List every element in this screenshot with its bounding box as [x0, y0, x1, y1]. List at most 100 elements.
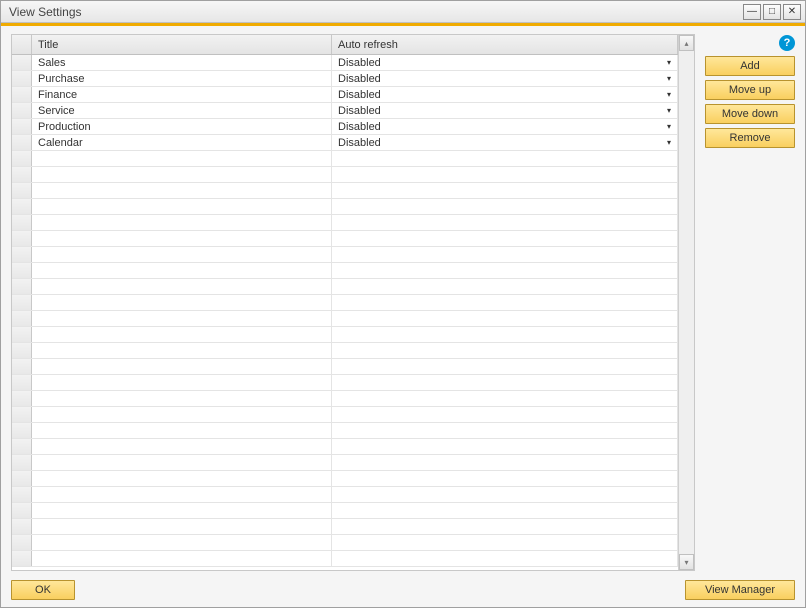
dropdown-icon[interactable]: ▾ [667, 122, 671, 131]
add-button[interactable]: Add [705, 56, 795, 76]
table-row-empty [12, 183, 678, 199]
ok-button[interactable]: OK [11, 580, 75, 600]
row-handle [12, 183, 32, 198]
row-auto-refresh-cell [332, 295, 678, 310]
row-handle[interactable] [12, 71, 32, 86]
view-manager-button[interactable]: View Manager [685, 580, 795, 600]
row-title-cell[interactable]: Production [32, 119, 332, 134]
table-row-empty [12, 423, 678, 439]
row-title-cell[interactable]: Service [32, 103, 332, 118]
header-title[interactable]: Title [32, 35, 332, 54]
row-auto-refresh-cell [332, 327, 678, 342]
help-icon[interactable]: ? [779, 35, 795, 51]
table-row-empty [12, 279, 678, 295]
row-auto-refresh-cell [332, 247, 678, 262]
move-down-button[interactable]: Move down [705, 104, 795, 124]
row-handle[interactable] [12, 103, 32, 118]
maximize-button[interactable]: □ [763, 4, 781, 20]
table-row-empty [12, 391, 678, 407]
close-button[interactable]: ✕ [783, 4, 801, 20]
row-title-cell[interactable]: Finance [32, 87, 332, 102]
table-row-empty [12, 199, 678, 215]
dropdown-icon[interactable]: ▾ [667, 138, 671, 147]
row-auto-refresh-cell [332, 311, 678, 326]
row-handle [12, 151, 32, 166]
row-title-cell [32, 407, 332, 422]
table-body: Title Auto refresh SalesDisabled▾Purchas… [12, 35, 678, 570]
table-row-empty [12, 343, 678, 359]
row-handle [12, 231, 32, 246]
row-auto-refresh-cell[interactable]: Disabled▾ [332, 55, 678, 70]
row-title-cell [32, 551, 332, 566]
close-icon: ✕ [788, 6, 796, 17]
row-auto-refresh-cell [332, 535, 678, 550]
row-title-cell [32, 359, 332, 374]
row-handle [12, 279, 32, 294]
auto-refresh-value: Disabled [338, 137, 381, 149]
row-title-cell [32, 487, 332, 502]
auto-refresh-value: Disabled [338, 105, 381, 117]
bottom-bar: OK View Manager [11, 571, 795, 601]
remove-button[interactable]: Remove [705, 128, 795, 148]
move-up-button[interactable]: Move up [705, 80, 795, 100]
row-auto-refresh-cell [332, 551, 678, 566]
dropdown-icon[interactable]: ▾ [667, 74, 671, 83]
row-handle [12, 375, 32, 390]
row-handle[interactable] [12, 135, 32, 150]
table-row-empty [12, 519, 678, 535]
row-title-cell[interactable]: Purchase [32, 71, 332, 86]
table-row[interactable]: PurchaseDisabled▾ [12, 71, 678, 87]
scroll-down-button[interactable]: ▾ [679, 554, 694, 570]
row-auto-refresh-cell[interactable]: Disabled▾ [332, 87, 678, 102]
row-auto-refresh-cell [332, 503, 678, 518]
row-title-cell [32, 231, 332, 246]
row-title-cell [32, 183, 332, 198]
titlebar: View Settings — □ ✕ [1, 1, 805, 23]
row-auto-refresh-cell[interactable]: Disabled ▾ [332, 103, 678, 118]
table-row[interactable]: FinanceDisabled▾ [12, 87, 678, 103]
row-title-cell [32, 439, 332, 454]
row-auto-refresh-cell[interactable]: Disabled▾ [332, 119, 678, 134]
row-title-cell[interactable]: Sales [32, 55, 332, 70]
table-row[interactable]: SalesDisabled▾ [12, 55, 678, 71]
table-row-empty [12, 359, 678, 375]
table-row-empty [12, 295, 678, 311]
table-row-empty [12, 215, 678, 231]
header-auto-refresh[interactable]: Auto refresh [332, 35, 678, 54]
table-row[interactable]: ProductionDisabled▾ [12, 119, 678, 135]
row-handle [12, 359, 32, 374]
row-handle [12, 487, 32, 502]
dropdown-icon[interactable]: ▾ [667, 106, 671, 115]
row-title-cell [32, 295, 332, 310]
dropdown-icon[interactable]: ▾ [667, 90, 671, 99]
minimize-button[interactable]: — [743, 4, 761, 20]
dropdown-icon[interactable]: ▾ [667, 58, 671, 67]
row-handle[interactable] [12, 119, 32, 134]
table-row[interactable]: Calendar Disabled ▾ [12, 135, 678, 151]
row-handle [12, 167, 32, 182]
row-title-cell [32, 455, 332, 470]
row-handle [12, 215, 32, 230]
row-handle[interactable] [12, 55, 32, 70]
row-title-cell[interactable]: Calendar [32, 135, 332, 150]
maximize-icon: □ [769, 6, 775, 17]
row-auto-refresh-cell[interactable]: Disabled▾ [332, 71, 678, 86]
row-handle [12, 423, 32, 438]
table-row-empty [12, 167, 678, 183]
row-auto-refresh-cell [332, 439, 678, 454]
row-auto-refresh-cell [332, 183, 678, 198]
row-handle [12, 295, 32, 310]
table-header-row: Title Auto refresh [12, 35, 678, 55]
table-row-empty [12, 151, 678, 167]
row-handle [12, 407, 32, 422]
scroll-up-button[interactable]: ▴ [679, 35, 694, 51]
table-row-empty [12, 311, 678, 327]
row-title-cell [32, 375, 332, 390]
vertical-scrollbar[interactable]: ▴ ▾ [678, 35, 694, 570]
row-handle [12, 327, 32, 342]
row-handle[interactable] [12, 87, 32, 102]
row-auto-refresh-cell [332, 359, 678, 374]
chevron-down-icon: ▾ [684, 558, 688, 567]
table-row[interactable]: Service Disabled ▾ [12, 103, 678, 119]
row-auto-refresh-cell[interactable]: Disabled ▾ [332, 135, 678, 150]
